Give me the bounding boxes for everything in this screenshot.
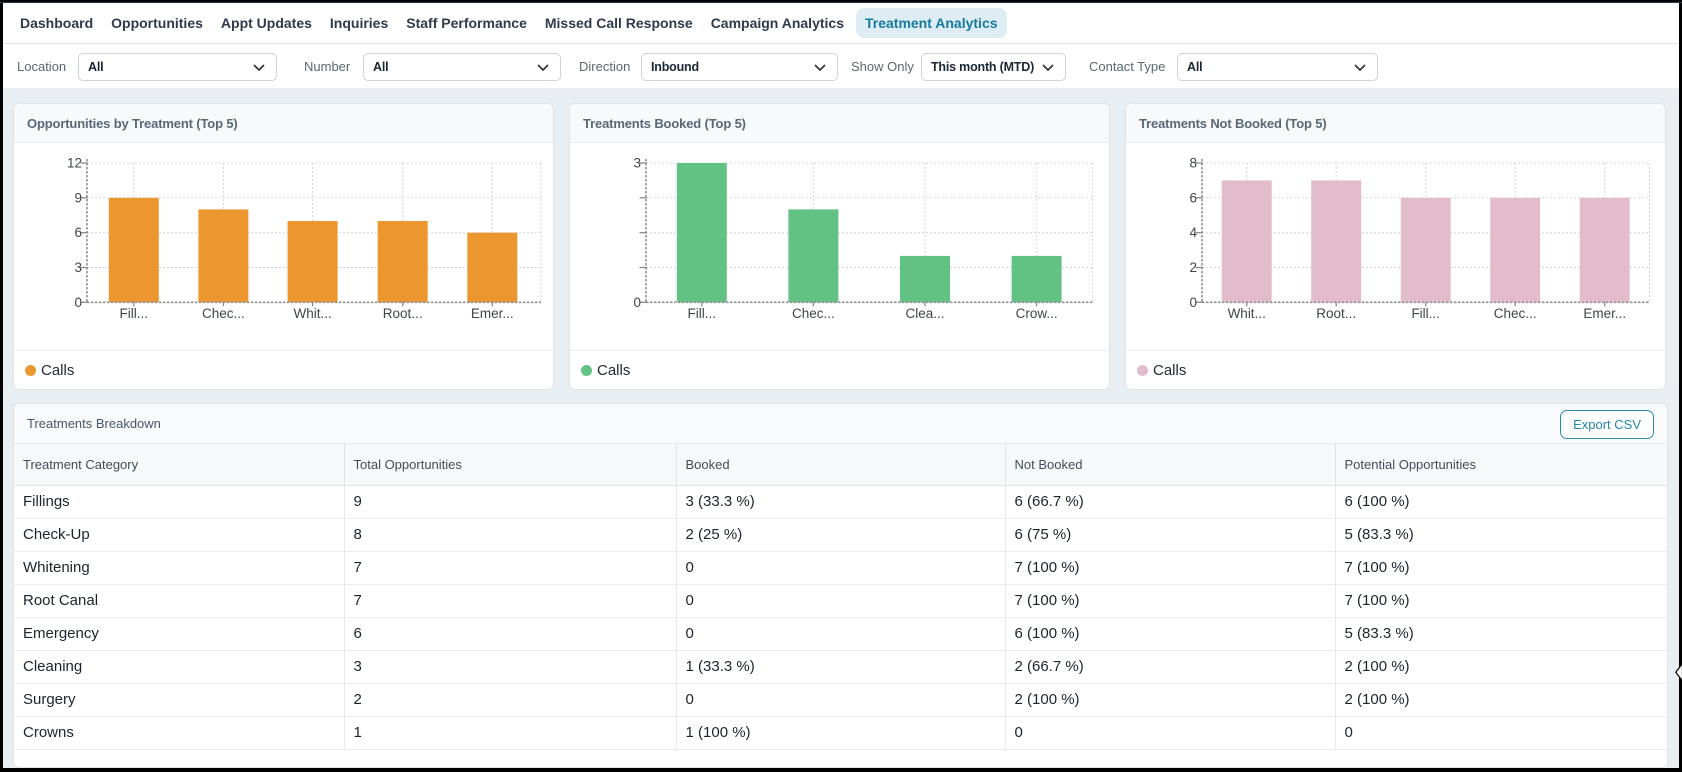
svg-text:Emer...: Emer... <box>471 306 514 321</box>
svg-text:Chec...: Chec... <box>1494 306 1537 321</box>
svg-text:Crow...: Crow... <box>1016 306 1058 321</box>
svg-text:Emer...: Emer... <box>1583 306 1626 321</box>
svg-text:Chec...: Chec... <box>792 306 835 321</box>
svg-text:Fill...: Fill... <box>120 306 149 321</box>
svg-text:Fill...: Fill... <box>1411 306 1440 321</box>
svg-text:12: 12 <box>67 156 82 171</box>
svg-text:3: 3 <box>74 260 82 275</box>
svg-text:Whit...: Whit... <box>293 306 331 321</box>
svg-text:6: 6 <box>74 225 82 240</box>
svg-text:2: 2 <box>1189 260 1197 275</box>
svg-text:Whit...: Whit... <box>1228 306 1266 321</box>
svg-text:Clea...: Clea... <box>905 306 944 321</box>
svg-text:9: 9 <box>74 190 82 205</box>
svg-text:0: 0 <box>633 295 641 310</box>
svg-text:3: 3 <box>633 156 641 171</box>
svg-text:Root...: Root... <box>1316 306 1356 321</box>
svg-text:4: 4 <box>1189 225 1197 240</box>
svg-text:0: 0 <box>1189 295 1197 310</box>
svg-text:8: 8 <box>1189 156 1197 171</box>
svg-text:0: 0 <box>74 295 82 310</box>
svg-text:Fill...: Fill... <box>688 306 717 321</box>
svg-text:6: 6 <box>1189 190 1197 205</box>
svg-text:Chec...: Chec... <box>202 306 245 321</box>
svg-text:Root...: Root... <box>383 306 423 321</box>
